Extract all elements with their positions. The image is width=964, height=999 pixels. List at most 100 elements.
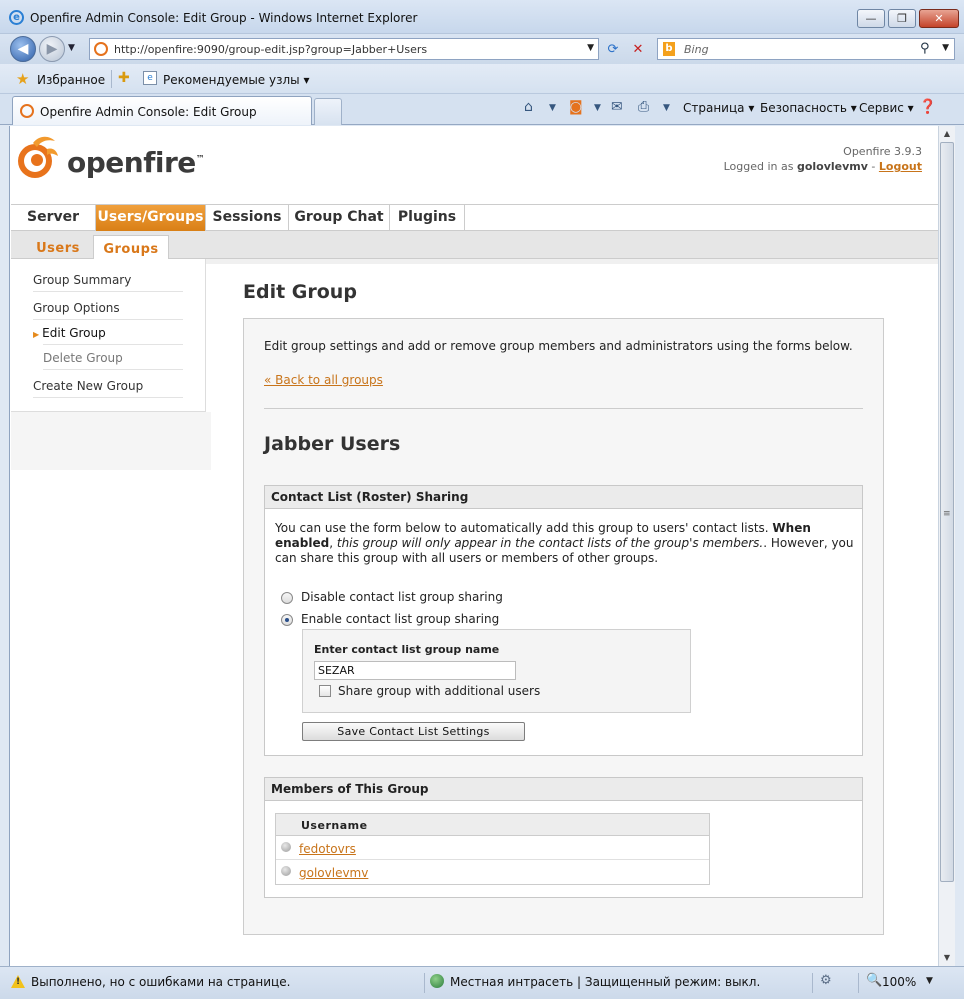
roster-desc-part: You can use the form below to automatica…: [275, 521, 773, 535]
sidebar-item-delete-group[interactable]: Delete Group: [43, 345, 183, 370]
zone-text[interactable]: Местная интрасеть | Защищенный режим: вы…: [450, 975, 760, 989]
security-status-icon[interactable]: ⚙: [820, 973, 832, 988]
status-separator: [812, 973, 813, 993]
print-dropdown-icon[interactable]: ▼: [663, 103, 670, 113]
content-top-shade: [206, 259, 938, 264]
home-dropdown-icon[interactable]: ▼: [549, 103, 556, 113]
username-column-header: Username: [276, 814, 709, 836]
bing-icon: b: [663, 42, 675, 56]
add-favorite-icon[interactable]: ✚: [118, 70, 130, 86]
sidebar-item-group-options[interactable]: Group Options: [33, 295, 183, 320]
radio-disable-sharing[interactable]: [281, 592, 293, 604]
back-to-groups-link[interactable]: « Back to all groups: [264, 373, 383, 387]
scroll-down-icon[interactable]: ▼: [939, 950, 955, 966]
sidebar-item-label: Edit Group: [42, 326, 106, 340]
address-url[interactable]: http://openfire:9090/group-edit.jsp?grou…: [114, 43, 427, 56]
home-icon[interactable]: ⌂: [524, 99, 533, 115]
tab-group-chat[interactable]: Group Chat: [289, 205, 390, 231]
back-button[interactable]: ◀: [10, 36, 36, 62]
page-title: Edit Group: [243, 281, 357, 303]
help-icon[interactable]: ❓: [919, 99, 936, 115]
refresh-icon[interactable]: ⟳: [603, 40, 623, 60]
member-link[interactable]: golovlevmv: [299, 866, 368, 880]
table-row: fedotovrs: [276, 836, 709, 860]
minimize-button[interactable]: —: [857, 9, 885, 28]
sidebar-item-edit-group[interactable]: ▶ Edit Group: [33, 320, 183, 345]
maximize-button[interactable]: ❐: [888, 9, 916, 28]
subtab-groups[interactable]: Groups: [93, 235, 169, 259]
status-bar: ! Выполнено, но с ошибками на странице. …: [0, 966, 964, 999]
table-row: golovlevmv: [276, 860, 709, 884]
sidebar-item-create-new-group[interactable]: Create New Group: [33, 373, 183, 398]
radio-enable-label[interactable]: Enable contact list group sharing: [301, 612, 499, 626]
openfire-wordmark: openfire™: [67, 146, 205, 179]
status-text[interactable]: Выполнено, но с ошибками на странице.: [31, 975, 290, 989]
member-link[interactable]: fedotovrs: [299, 842, 356, 856]
search-placeholder[interactable]: Bing: [684, 43, 709, 56]
page-viewport: openfire™ Openfire 3.9.3 Logged in as go…: [9, 126, 938, 966]
share-additional-checkbox[interactable]: [319, 685, 331, 697]
intro-text: Edit group settings and add or remove gr…: [264, 339, 853, 353]
group-name-settings-box: Enter contact list group name Share grou…: [302, 629, 691, 713]
roster-description: You can use the form below to automatica…: [275, 521, 855, 566]
mail-icon[interactable]: ✉: [611, 99, 623, 115]
favorites-button[interactable]: Избранное: [37, 73, 105, 87]
sidebar-item-group-summary[interactable]: Group Summary: [33, 267, 183, 292]
address-dropdown-icon[interactable]: ▼: [587, 43, 594, 53]
favorites-star-icon[interactable]: ★: [16, 70, 29, 88]
close-window-button[interactable]: ✕: [919, 9, 959, 28]
tab-sessions[interactable]: Sessions: [206, 205, 289, 231]
logout-link[interactable]: Logout: [879, 160, 922, 173]
content-box: Edit group settings and add or remove gr…: [243, 318, 884, 935]
user-status-icon: [281, 866, 291, 876]
tab-bar: Openfire Admin Console: Edit Group ⌂ ▼ ◙…: [0, 94, 964, 125]
scroll-grip-icon: ≡: [943, 509, 951, 519]
radio-disable-label[interactable]: Disable contact list group sharing: [301, 590, 503, 604]
tools-menu[interactable]: Сервис ▾: [859, 101, 914, 115]
version-label: Openfire 3.9.3: [843, 145, 922, 158]
members-table: Username fedotovrs golovlevmv: [275, 813, 710, 885]
radio-enable-sharing[interactable]: [281, 614, 293, 626]
zoom-icon[interactable]: 🔍: [866, 973, 882, 988]
search-dropdown-icon[interactable]: ▼: [942, 43, 949, 53]
current-arrow-icon: ▶: [33, 330, 40, 339]
tab-server[interactable]: Server: [11, 205, 96, 231]
group-name-input[interactable]: [314, 661, 516, 680]
group-name-heading: Jabber Users: [264, 433, 401, 455]
search-icon[interactable]: ⚲: [920, 41, 930, 56]
print-icon[interactable]: ⎙: [638, 99, 649, 115]
roster-panel-heading: Contact List (Roster) Sharing: [265, 486, 862, 509]
internet-explorer-icon: e: [9, 10, 24, 25]
logged-in-info: Logged in as golovlevmv - Logout: [724, 160, 922, 173]
page-menu[interactable]: Страница ▾: [683, 101, 754, 115]
feed-dropdown-icon[interactable]: ▼: [594, 103, 601, 113]
tab-favicon-icon: [20, 104, 34, 118]
sub-nav-tabs: Users Groups: [11, 231, 938, 259]
subtab-users[interactable]: Users: [23, 235, 93, 259]
zoom-dropdown-icon[interactable]: ▼: [926, 976, 933, 986]
history-dropdown-icon[interactable]: ▼: [68, 43, 75, 53]
tab-openfire[interactable]: Openfire Admin Console: Edit Group: [12, 96, 312, 125]
address-bar[interactable]: http://openfire:9090/group-edit.jsp?grou…: [89, 38, 599, 60]
group-name-label: Enter contact list group name: [314, 643, 500, 656]
suggested-sites-button[interactable]: Рекомендуемые узлы ▾: [163, 73, 309, 87]
site-favicon-icon: [94, 42, 108, 56]
members-panel: Members of This Group Username fedotovrs…: [264, 777, 863, 898]
tab-users-groups[interactable]: Users/Groups: [96, 205, 206, 231]
vertical-scrollbar[interactable]: ▲ ≡ ▼: [938, 126, 955, 966]
share-additional-label[interactable]: Share group with additional users: [338, 684, 540, 698]
address-toolbar: ◀ ▶ ▼ http://openfire:9090/group-edit.js…: [0, 34, 964, 64]
rss-feed-icon[interactable]: ◙: [569, 99, 583, 115]
favorites-separator: [111, 70, 112, 88]
logged-in-dash: -: [871, 160, 876, 173]
save-contact-list-button[interactable]: Save Contact List Settings: [302, 722, 525, 741]
new-tab-button[interactable]: [314, 98, 342, 125]
status-separator: [424, 973, 425, 993]
tab-plugins[interactable]: Plugins: [390, 205, 465, 231]
forward-button[interactable]: ▶: [39, 36, 65, 62]
safety-menu[interactable]: Безопасность ▾: [760, 101, 857, 115]
search-box[interactable]: b Bing ⚲ ▼: [657, 38, 955, 60]
zoom-level[interactable]: 100%: [882, 975, 916, 989]
stop-icon[interactable]: ✕: [628, 40, 648, 60]
scroll-up-icon[interactable]: ▲: [939, 126, 955, 142]
